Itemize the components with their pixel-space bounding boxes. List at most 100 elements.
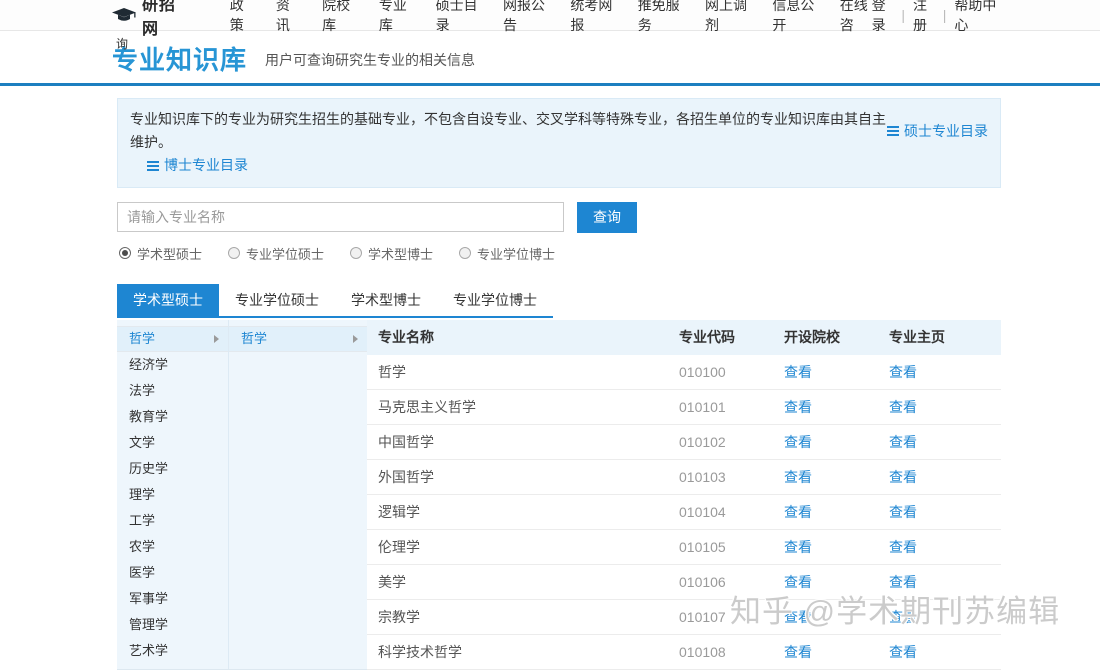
major-code-cell: 010108 [679, 643, 726, 660]
view-schools-link[interactable]: 查看 [784, 644, 812, 660]
table-row: 逻辑学 010104 查看 查看 [367, 495, 1001, 530]
category-item[interactable]: 文学 [117, 430, 228, 456]
radio-label: 专业学位博士 [477, 246, 556, 262]
tab-2[interactable]: 专业学位硕士 [219, 284, 335, 316]
category-label: 理学 [129, 486, 156, 502]
view-homepage-link[interactable]: 查看 [889, 504, 917, 520]
view-homepage-link[interactable]: 查看 [889, 399, 917, 415]
notice-banner: 专业知识库下的专业为研究生招生的基础专业，不包含自设专业、交叉学科等特殊专业，各… [117, 98, 1001, 188]
view-homepage-link[interactable]: 查看 [889, 609, 917, 625]
view-schools-link[interactable]: 查看 [784, 539, 812, 555]
top-nav: 研招网 政策 资讯 院校库 专业库 硕士目录 网报公告 统考网报 推免服务 网上调剂 信息公开 在线… [0, 0, 1100, 38]
category-label: 军事学 [129, 590, 169, 606]
nav-item-5[interactable]: 硕士目录 [436, 0, 478, 35]
nav-item-4[interactable]: 专业库 [379, 0, 411, 35]
category-label: 经济学 [129, 356, 169, 372]
major-name-cell: 科学技术哲学 [378, 643, 462, 660]
view-schools-link[interactable]: 查看 [784, 434, 812, 450]
subcategory-item[interactable]: 哲学 [229, 325, 367, 352]
major-code-cell: 010103 [679, 468, 726, 485]
category-item[interactable]: 医学 [117, 560, 228, 586]
category-label: 教育学 [129, 408, 169, 424]
view-schools-link[interactable]: 查看 [784, 469, 812, 485]
tabs: 学术型硕士 专业学位硕士 学术型博士 专业学位博士 [117, 283, 553, 318]
category-item[interactable]: 历史学 [117, 456, 228, 482]
radio-option-4[interactable]: 专业学位博士 [459, 244, 555, 263]
tab-3[interactable]: 学术型博士 [335, 284, 437, 316]
page-title: 专业知识库 [112, 45, 248, 75]
category-panel: 哲学 经济学 法学 教育学 文学 历史学 理学 工学 农学 医学 军事学 管理学 艺术学 哲学 [117, 319, 367, 670]
table-row: 哲学 010100 查看 查看 [367, 355, 1001, 390]
category-item[interactable]: 农学 [117, 534, 228, 560]
tab-4[interactable]: 专业学位博士 [437, 284, 553, 316]
view-homepage-link[interactable]: 查看 [889, 364, 917, 380]
table-header: 专业名称 专业代码 开设院校 专业主页 [367, 319, 1001, 355]
radio-label: 学术型硕士 [137, 246, 203, 262]
search-input[interactable] [117, 202, 564, 232]
nav-item-7[interactable]: 统考网报 [570, 0, 612, 35]
major-code-cell: 010106 [679, 573, 726, 590]
radio-circle[interactable] [119, 247, 131, 259]
radio-circle[interactable] [350, 247, 363, 259]
nav-item-8[interactable]: 推免服务 [638, 0, 680, 35]
nav-item-11[interactable]: 在线咨 [840, 0, 872, 35]
category-item[interactable]: 法学 [117, 378, 228, 404]
view-schools-link[interactable]: 查看 [784, 609, 812, 625]
page-header: 询 专业知识库 用户可查询研究生专业的相关信息 [0, 31, 1100, 86]
header-cell: 开设院校 [784, 328, 840, 345]
table-row: 科学技术哲学 010108 查看 查看 [367, 635, 1001, 670]
search-button[interactable]: 查询 [577, 201, 637, 233]
radio-option-1[interactable]: 学术型硕士 [119, 244, 202, 263]
tab-1[interactable]: 学术型硕士 [117, 283, 219, 316]
category-item[interactable]: 经济学 [117, 352, 228, 378]
help-center-link[interactable]: 帮助中心 [954, 0, 998, 35]
login-link[interactable]: 登录 [872, 0, 894, 35]
view-homepage-link[interactable]: 查看 [889, 434, 917, 450]
major-code-cell: 010107 [679, 608, 726, 625]
radio-group: 学术型硕士 专业学位硕士 学术型博士 专业学位博士 [117, 244, 1001, 263]
view-homepage-link[interactable]: 查看 [889, 539, 917, 555]
nav-item-6[interactable]: 网报公告 [503, 0, 545, 35]
category-item[interactable]: 管理学 [117, 612, 228, 638]
nav-separator: | [942, 7, 947, 23]
chevron-right-icon [353, 334, 358, 343]
radio-circle[interactable] [228, 247, 241, 259]
major-code-cell: 010104 [679, 503, 726, 520]
radio-circle[interactable] [459, 247, 472, 259]
nav-item-2[interactable]: 资讯 [276, 0, 297, 35]
view-schools-link[interactable]: 查看 [784, 364, 812, 380]
radio-option-2[interactable]: 专业学位硕士 [228, 244, 324, 263]
view-homepage-link[interactable]: 查看 [889, 574, 917, 590]
category-item[interactable]: 工学 [117, 508, 228, 534]
major-name-cell: 伦理学 [378, 538, 420, 555]
view-homepage-link[interactable]: 查看 [889, 644, 917, 660]
category-item[interactable]: 军事学 [117, 586, 228, 612]
nav-item-10[interactable]: 信息公开 [772, 0, 814, 35]
category-list: 哲学 经济学 法学 教育学 文学 历史学 理学 工学 农学 医学 军事学 管理学 艺术学 [117, 320, 228, 669]
radio-option-3[interactable]: 学术型博士 [350, 244, 433, 263]
nav-item-9[interactable]: 网上调剂 [705, 0, 747, 35]
view-schools-link[interactable]: 查看 [784, 574, 812, 590]
category-item[interactable]: 哲学 [117, 325, 228, 352]
view-schools-link[interactable]: 查看 [784, 504, 812, 520]
major-name-cell: 中国哲学 [378, 433, 434, 450]
nav-menu: 政策 资讯 院校库 专业库 硕士目录 网报公告 统考网报 推免服务 网上调剂 信息公开 在线咨 [230, 0, 872, 35]
chevron-right-icon [214, 334, 219, 343]
category-label: 哲学 [129, 330, 156, 346]
nav-item-1[interactable]: 政策 [230, 0, 251, 35]
view-schools-link[interactable]: 查看 [784, 399, 812, 415]
register-link[interactable]: 注册 [913, 0, 935, 35]
nav-item-3[interactable]: 院校库 [322, 0, 354, 35]
category-label: 工学 [129, 512, 156, 528]
table-row: 马克思主义哲学 010101 查看 查看 [367, 390, 1001, 425]
category-item[interactable]: 理学 [117, 482, 228, 508]
category-label: 文学 [129, 434, 156, 450]
category-item[interactable]: 教育学 [117, 404, 228, 430]
main-area: 哲学 经济学 法学 教育学 文学 历史学 理学 工学 农学 医学 军事学 管理学 艺术学 哲学 专业名称… [117, 319, 1001, 670]
doctoral-catalog-link[interactable]: 博士专业目录 [147, 154, 248, 177]
major-name-cell: 外国哲学 [378, 468, 434, 485]
major-code-cell: 010100 [679, 363, 726, 380]
masters-catalog-link[interactable]: 硕士专业目录 [887, 108, 988, 154]
view-homepage-link[interactable]: 查看 [889, 469, 917, 485]
radio-label: 专业学位硕士 [246, 246, 325, 262]
